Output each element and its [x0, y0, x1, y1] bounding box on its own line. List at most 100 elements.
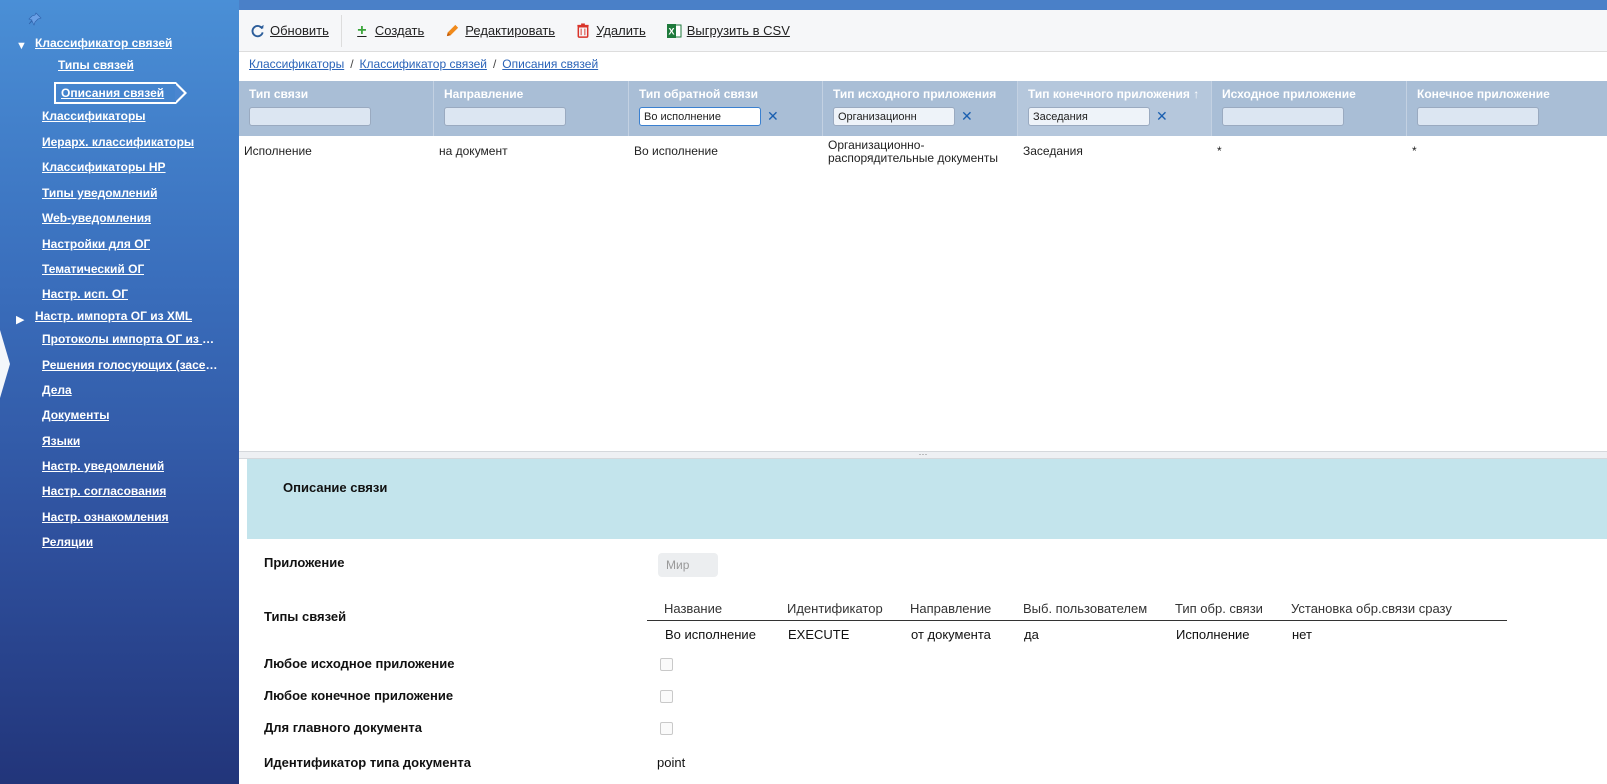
any-target-checkbox[interactable] [660, 690, 673, 703]
sidebar-item-languages[interactable]: Языки [42, 434, 80, 448]
filter-reverse-link-type-input[interactable] [639, 107, 761, 126]
app-label: Приложение [264, 555, 345, 570]
cell-source-app[interactable]: * [1212, 136, 1407, 172]
breadcrumb: Классификаторы / Классификатор связей / Опис… [249, 57, 598, 71]
sidebar-item-approval-settings[interactable]: Настр. согласования [42, 484, 166, 498]
detail-panel: Описание связи Приложение Мир Типы связе… [239, 459, 1607, 784]
edit-button[interactable]: Редактировать [444, 23, 555, 39]
cell-immediate-reverse: нет [1292, 626, 1312, 642]
sidebar-item-label[interactable]: Описания связей [61, 86, 164, 100]
sidebar-item-classifiers-nr[interactable]: Классификаторы НР [42, 160, 166, 174]
column-source-app-type[interactable]: Тип исходного приложения ✕ [823, 81, 1018, 136]
expand-triangle-icon[interactable]: ▼ [16, 40, 27, 52]
sidebar-item-cases[interactable]: Дела [42, 383, 72, 397]
link-types-row[interactable]: Во исполнение EXECUTE от документа да Ис… [647, 621, 1507, 647]
any-source-checkbox[interactable] [660, 658, 673, 671]
edit-label: Редактировать [465, 23, 556, 38]
refresh-label: Обновить [270, 23, 329, 38]
cell-source-app-type[interactable]: Организационно-распорядительные документ… [823, 136, 1018, 172]
panel-splitter[interactable]: ··· [239, 450, 1607, 459]
filter-link-type-input[interactable] [249, 107, 371, 126]
sidebar-item-documents[interactable]: Документы [42, 408, 109, 422]
create-button[interactable]: + Создать [354, 21, 425, 39]
grid-body [239, 136, 1607, 452]
sidebar-item-og-import-protocols[interactable]: Протоколы импорта ОГ из XML [42, 332, 222, 346]
pin-icon[interactable] [28, 12, 42, 26]
column-target-app-type[interactable]: Тип конечного приложения ↑ ✕ [1018, 81, 1212, 136]
link-types-header: Название Идентификатор Направление Выб. … [647, 601, 1507, 621]
breadcrumb-classifiers[interactable]: Классификаторы [249, 57, 344, 71]
column-source-app[interactable]: Исходное приложение [1212, 81, 1407, 136]
header-name: Название [664, 601, 723, 616]
clear-filter-icon[interactable]: ✕ [1156, 108, 1168, 125]
detail-header: Описание связи [247, 459, 1607, 539]
filter-direction-input[interactable] [444, 107, 566, 126]
header-identifier: Идентификатор [787, 601, 883, 616]
refresh-button[interactable]: Обновить [249, 23, 329, 39]
cell-reverse-link-type[interactable]: Во исполнение [629, 136, 823, 172]
column-title[interactable]: Тип обратной связи [639, 87, 812, 101]
sidebar: ▼ Классификатор связей Типы связей Описа… [0, 0, 239, 784]
sidebar-item-link-types[interactable]: Типы связей [58, 58, 134, 72]
cell-target-app[interactable]: * [1407, 136, 1607, 172]
column-link-type[interactable]: Тип связи [239, 81, 434, 136]
sidebar-item-voter-decisions[interactable]: Решения голосующих (заседаний) [42, 358, 224, 372]
toolbar-separator [340, 14, 342, 47]
table-row[interactable]: Исполнение на документ Во исполнение Орг… [239, 136, 1607, 172]
column-title[interactable]: Направление [444, 87, 618, 101]
filter-target-app-input[interactable] [1417, 107, 1539, 126]
filter-source-app-type-input[interactable] [833, 107, 955, 126]
detail-title: Описание связи [283, 480, 388, 495]
sidebar-item-og-settings[interactable]: Настройки для ОГ [42, 237, 150, 251]
cell-direction[interactable]: на документ [434, 136, 629, 172]
header-direction: Направление [910, 601, 992, 616]
filter-target-app-type-input[interactable] [1028, 107, 1150, 126]
sidebar-item-relations[interactable]: Реляции [42, 535, 93, 549]
plus-icon: + [357, 21, 367, 39]
cell-target-app-type[interactable]: Заседания [1018, 136, 1212, 172]
top-strip [239, 0, 1607, 10]
sidebar-item-link-descriptions[interactable]: Описания связей [54, 82, 188, 104]
doc-type-id-label: Идентификатор типа документа [264, 755, 471, 770]
sidebar-item-link-classifier[interactable]: Классификатор связей [35, 36, 172, 50]
sidebar-item-notification-types[interactable]: Типы уведомлений [42, 186, 157, 200]
column-title[interactable]: Тип связи [249, 87, 423, 101]
toolbar: Обновить + Создать Редактировать Удалить… [239, 10, 1607, 52]
column-title[interactable]: Тип исходного приложения [833, 87, 1007, 101]
any-target-label: Любое конечное приложение [264, 688, 454, 703]
delete-button[interactable]: Удалить [575, 23, 646, 39]
main-doc-checkbox[interactable] [660, 722, 673, 735]
column-title[interactable]: Исходное приложение [1222, 87, 1396, 101]
cell-name: Во исполнение [665, 626, 756, 642]
breadcrumb-separator: / [350, 57, 354, 71]
sidebar-item-hierarchical-classifiers[interactable]: Иерарх. классификаторы [42, 135, 194, 149]
column-title[interactable]: Тип конечного приложения ↑ [1028, 87, 1201, 101]
column-target-app[interactable]: Конечное приложение [1407, 81, 1607, 136]
app-field[interactable]: Мир [658, 553, 718, 577]
doc-type-id-value: point [657, 755, 686, 770]
sidebar-collapse-handle[interactable] [0, 330, 10, 398]
sidebar-item-notification-settings[interactable]: Настр. уведомлений [42, 459, 164, 473]
filter-source-app-input[interactable] [1222, 107, 1344, 126]
column-reverse-link-type[interactable]: Тип обратной связи ✕ [629, 81, 823, 136]
pencil-icon [444, 23, 460, 39]
trash-icon [575, 23, 591, 39]
sidebar-item-acquaintance-settings[interactable]: Настр. ознакомления [42, 510, 169, 524]
main-doc-label: Для главного документа [264, 720, 422, 735]
clear-filter-icon[interactable]: ✕ [961, 108, 973, 125]
collapsed-triangle-icon[interactable]: ▶ [16, 313, 24, 326]
sidebar-item-web-notifications[interactable]: Web-уведомления [42, 211, 151, 225]
column-title[interactable]: Конечное приложение [1417, 87, 1597, 101]
breadcrumb-link-descriptions[interactable]: Описания связей [502, 57, 598, 71]
column-direction[interactable]: Направление [434, 81, 629, 136]
sidebar-item-thematic-og[interactable]: Тематический ОГ [42, 262, 144, 276]
sidebar-item-og-exec-settings[interactable]: Настр. исп. ОГ [42, 287, 128, 301]
cell-link-type[interactable]: Исполнение [239, 136, 434, 172]
sidebar-item-og-import-settings[interactable]: Настр. импорта ОГ из XML [35, 309, 192, 323]
cell-user-selected: да [1024, 626, 1039, 642]
clear-filter-icon[interactable]: ✕ [767, 108, 779, 125]
breadcrumb-link-classifier[interactable]: Классификатор связей [360, 57, 487, 71]
export-csv-button[interactable]: X Выгрузить в CSV [666, 23, 790, 39]
create-label: Создать [374, 23, 425, 38]
sidebar-item-classifiers[interactable]: Классификаторы [42, 109, 146, 123]
